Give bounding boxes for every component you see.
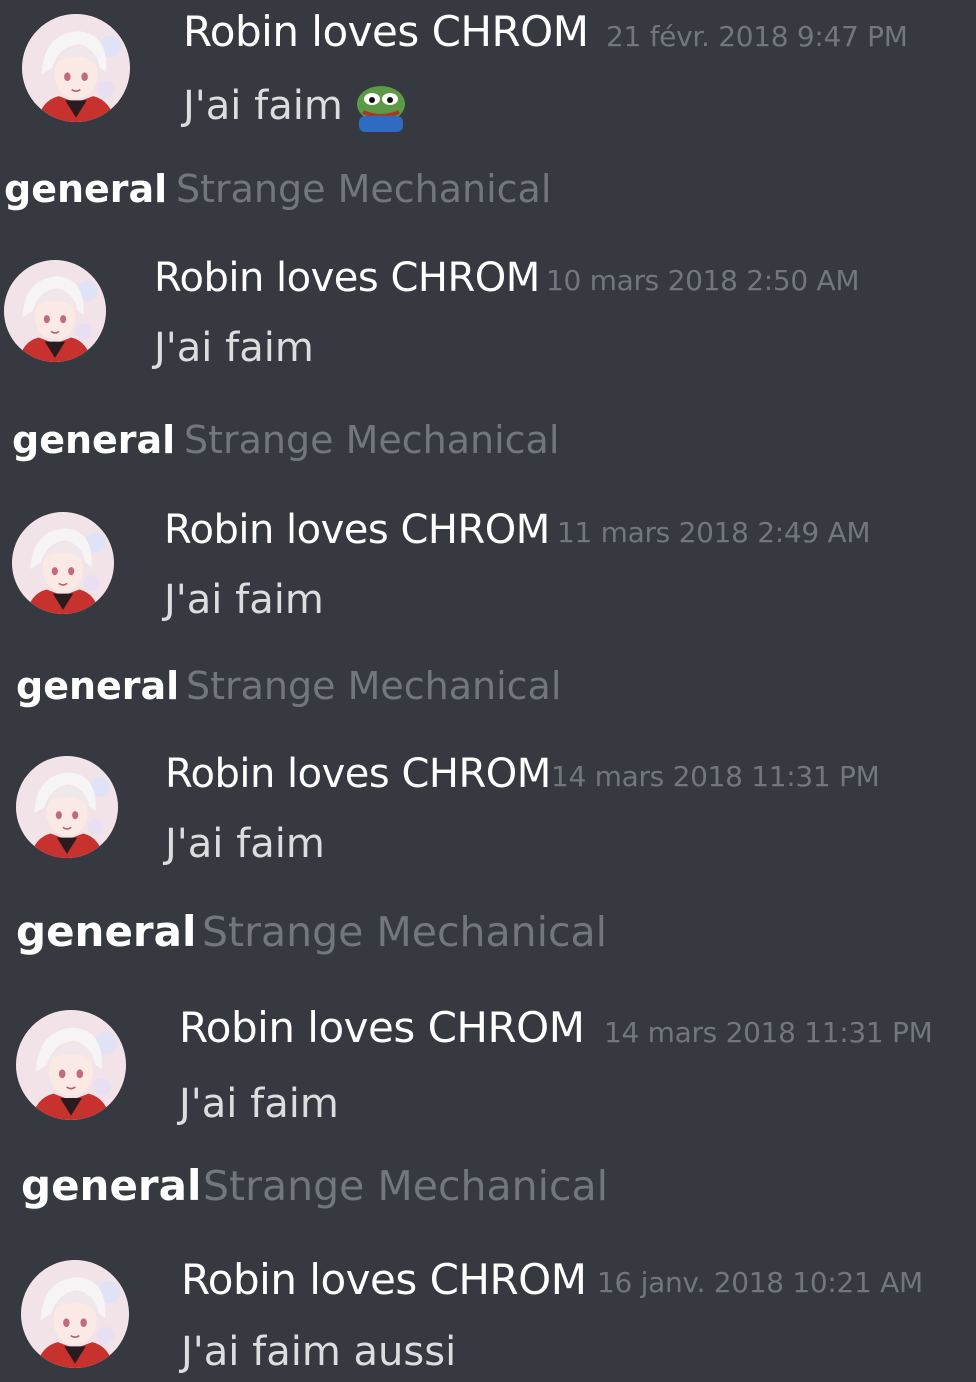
- server-name: Strange Mechanical: [186, 664, 562, 708]
- channel-name[interactable]: general: [16, 909, 196, 955]
- message-content: J'ai faim: [165, 820, 325, 868]
- avatar-anime-character-icon: [16, 1010, 126, 1120]
- message-content: J'ai faim aussi: [181, 1328, 456, 1376]
- avatar-anime-character-icon: [16, 756, 118, 858]
- server-name: Strange Mechanical: [203, 1162, 609, 1210]
- server-name: Strange Mechanical: [202, 908, 608, 956]
- channel-header[interactable]: general Strange Mechanical: [0, 905, 976, 956]
- message-content: J'ai faim: [164, 576, 324, 624]
- server-name: Strange Mechanical: [184, 418, 560, 462]
- channel-name[interactable]: general: [4, 166, 167, 212]
- message-text: J'ai faim: [154, 325, 314, 371]
- username[interactable]: Robin loves CHROM: [165, 750, 551, 798]
- message-item[interactable]: Robin loves CHROM 21 févr. 2018 9:47 PM …: [0, 0, 976, 132]
- avatar[interactable]: [22, 14, 130, 122]
- channel-header[interactable]: general Strange Mechanical: [0, 415, 976, 465]
- message-text: J'ai faim aussi: [181, 1329, 457, 1375]
- message-item[interactable]: Robin loves CHROM 10 mars 2018 2:50 AM J…: [0, 250, 976, 380]
- username[interactable]: Robin loves CHROM: [181, 1256, 587, 1304]
- avatar[interactable]: [4, 260, 106, 362]
- message-timestamp: 21 févr. 2018 9:47 PM: [606, 20, 908, 53]
- message-timestamp: 10 mars 2018 2:50 AM: [546, 264, 860, 297]
- message-content: J'ai faim: [179, 1080, 339, 1128]
- avatar-anime-character-icon: [22, 14, 130, 122]
- message-text: J'ai faim: [183, 83, 343, 129]
- message-item[interactable]: Robin loves CHROM 14 mars 2018 11:31 PM …: [0, 746, 976, 876]
- message-text: J'ai faim: [164, 577, 324, 623]
- channel-name[interactable]: general: [16, 663, 179, 709]
- message-item[interactable]: Robin loves CHROM 14 mars 2018 11:31 PM …: [0, 998, 976, 1128]
- message-timestamp: 14 mars 2018 11:31 PM: [551, 760, 880, 793]
- message-timestamp: 11 mars 2018 2:49 AM: [557, 516, 871, 549]
- username[interactable]: Robin loves CHROM: [183, 8, 589, 56]
- server-name: Strange Mechanical: [176, 167, 552, 211]
- message-content: J'ai faim: [183, 82, 409, 134]
- message-text: J'ai faim: [165, 821, 325, 867]
- message-timestamp: 16 janv. 2018 10:21 AM: [597, 1266, 923, 1299]
- channel-name[interactable]: general: [21, 1163, 201, 1209]
- avatar[interactable]: [16, 756, 118, 858]
- channel-header[interactable]: general Strange Mechanical: [0, 164, 976, 214]
- channel-name[interactable]: general: [12, 417, 175, 463]
- avatar-anime-character-icon: [4, 260, 106, 362]
- username[interactable]: Robin loves CHROM: [154, 254, 540, 302]
- avatar[interactable]: [16, 1010, 126, 1120]
- avatar-anime-character-icon: [12, 512, 114, 614]
- channel-header[interactable]: general Strange Mechanical: [0, 1159, 976, 1210]
- pepe-frog-emoji-icon[interactable]: [353, 82, 409, 134]
- message-text: J'ai faim: [179, 1081, 339, 1127]
- message-content: J'ai faim: [154, 324, 314, 372]
- avatar[interactable]: [12, 512, 114, 614]
- avatar-anime-character-icon: [21, 1260, 129, 1368]
- message-timestamp: 14 mars 2018 11:31 PM: [604, 1016, 933, 1049]
- avatar[interactable]: [21, 1260, 129, 1368]
- username[interactable]: Robin loves CHROM: [179, 1004, 585, 1052]
- channel-header[interactable]: general Strange Mechanical: [0, 661, 976, 711]
- message-item[interactable]: Robin loves CHROM 11 mars 2018 2:49 AM J…: [0, 502, 976, 632]
- message-search-results: Robin loves CHROM 21 févr. 2018 9:47 PM …: [0, 0, 976, 1382]
- username[interactable]: Robin loves CHROM: [164, 506, 550, 554]
- message-item[interactable]: Robin loves CHROM 16 janv. 2018 10:21 AM…: [0, 1250, 976, 1380]
